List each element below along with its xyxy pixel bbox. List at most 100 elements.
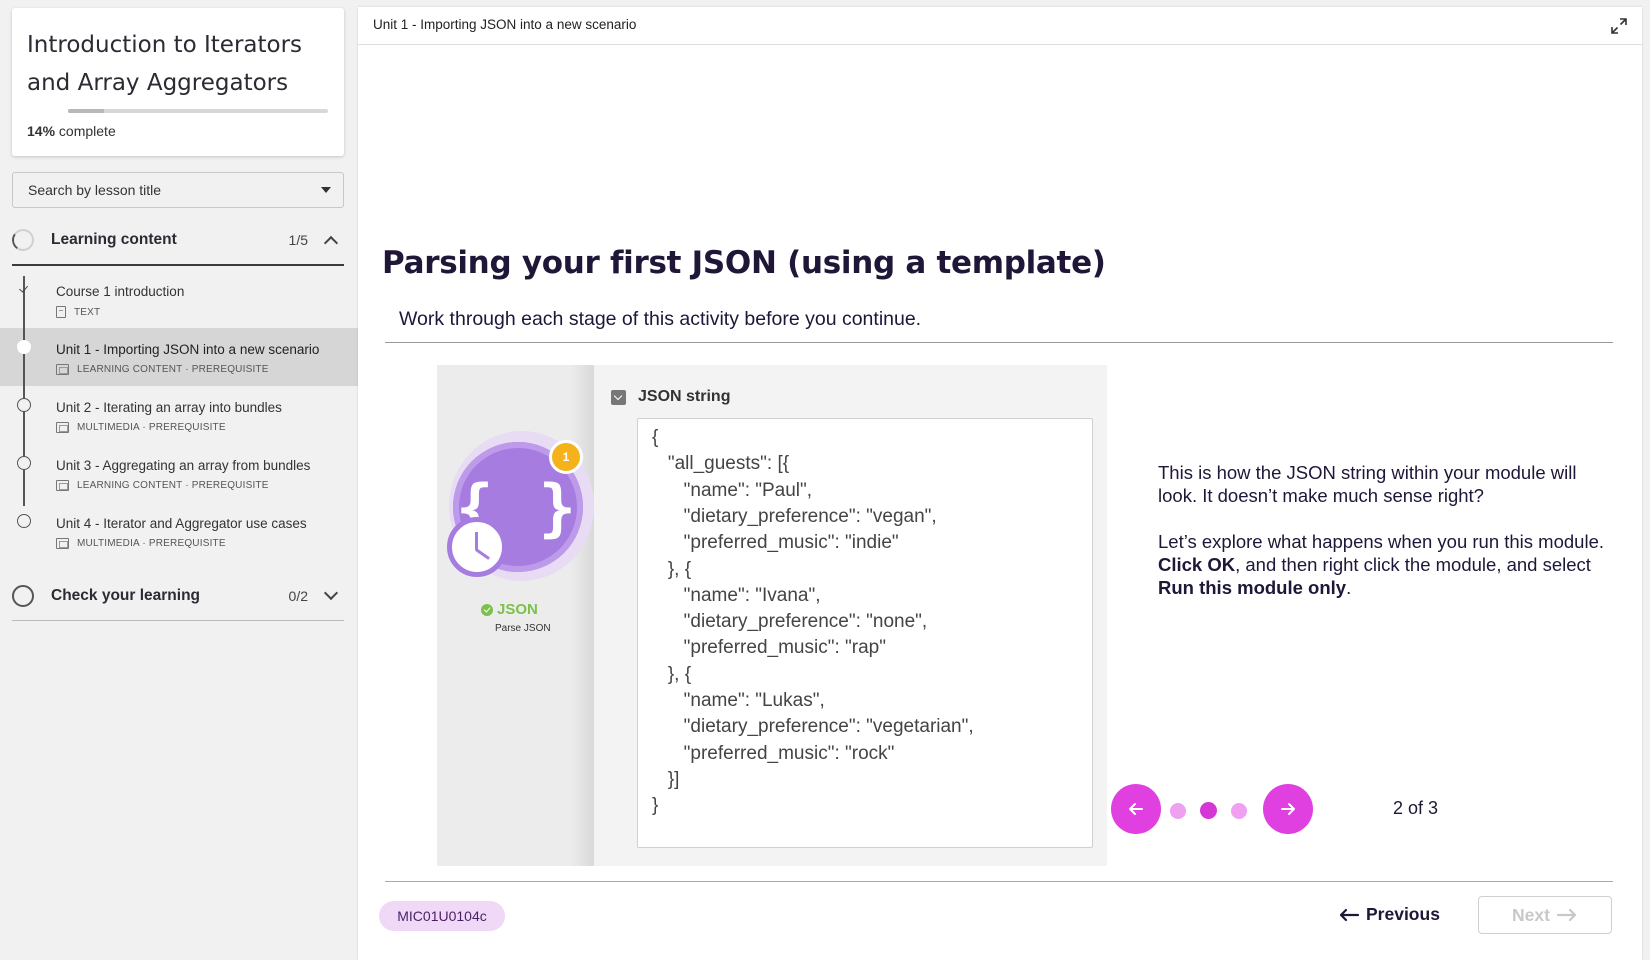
carousel-dot-2[interactable] [1200,802,1217,819]
carousel-previous-button[interactable] [1111,784,1161,834]
chevron-up-icon [323,235,339,251]
course-summary-card: Introduction to Iterators and Array Aggr… [12,8,344,156]
json-field-label-text: JSON string [638,388,731,405]
carousel-pager: 2 of 3 [1393,798,1439,818]
carousel-next-button[interactable] [1263,784,1313,834]
lesson-title: Unit 1 - Importing JSON into a new scena… [56,342,320,357]
section-count: 1/5 [288,232,308,248]
course-progress-fill [68,109,105,113]
previous-label: Previous [1366,904,1440,924]
collapse-icon [611,389,626,405]
lesson-item-unit-3[interactable]: Unit 3 - Aggregating an array from bundl… [0,444,358,502]
json-code-line: }, { [652,558,692,580]
checkmark-icon [17,282,31,296]
module-label: JSON [481,601,538,618]
section-count: 0/2 [288,587,308,604]
json-code-line: "name": "Lukas", [652,690,825,711]
lesson-list: Course 1 introduction TEXT Unit 1 - Impo… [0,270,358,560]
json-code-line: } [652,795,659,817]
json-code-line: }, { [652,663,692,685]
description-emphasis: Click OK [1158,554,1236,575]
lesson-meta: TEXT [56,306,100,318]
lesson-item-unit-4[interactable]: Unit 4 - Iterator and Aggregator use cas… [0,502,358,560]
section-check-your-learning[interactable]: Check your learning 0/2 [12,571,344,621]
next-button[interactable]: Next [1478,896,1612,934]
lesson-meta-text: MULTIMEDIA · PREREQUISITE [77,538,226,549]
lesson-content-panel: Unit 1 - Importing JSON into a new scena… [358,7,1642,960]
lesson-title: Course 1 introduction [56,284,185,299]
carousel-dot-3[interactable] [1231,803,1247,819]
arrow-right-icon [1556,908,1577,922]
arrow-left-icon [1129,803,1143,815]
description-text: , and then right click the module, and s… [1235,554,1591,575]
lesson-item-unit-2[interactable]: Unit 2 - Iterating an array into bundles… [0,386,358,444]
description-text: . [1346,577,1352,598]
lesson-title: Unit 3 - Aggregating an array from bundl… [56,458,311,473]
json-field-label: JSON string [611,388,730,406]
json-code-line: "dietary_preference": "vegetarian", [652,716,974,738]
description-paragraph-1: This is how the JSON string within your … [1158,462,1577,506]
course-progress-text: 14% complete [27,123,116,139]
json-code-line: "preferred_music": "indie" [652,532,899,554]
current-lesson-node-icon [17,340,31,354]
lesson-node-icon [17,514,31,528]
course-sidebar: Introduction to Iterators and Array Aggr… [0,0,358,960]
progress-suffix: complete [58,123,116,139]
course-progress-bar [68,109,328,113]
json-module-illustration: { } 1 JSON Parse JSON JSON string { "all… [437,365,1107,866]
arrow-right-icon [1281,803,1295,815]
section-progress-ring-icon [12,584,34,607]
description-text: Let’s explore what happens when you run … [1158,531,1604,552]
lesson-meta: LEARNING CONTENT · PREREQUISITE [56,480,269,491]
previous-button[interactable]: Previous [1338,904,1440,925]
module-badge: 1 [549,440,583,474]
description-emphasis: Run this module only [1158,577,1347,598]
lesson-title: Unit 2 - Iterating an array into bundles [56,400,282,415]
lesson-meta: MULTIMEDIA · PREREQUISITE [56,538,226,549]
course-title: Introduction to Iterators and Array Aggr… [27,32,303,96]
json-code-line: "name": "Ivana", [652,584,821,606]
lesson-node-icon [17,398,31,412]
json-code-line: "dietary_preference": "vegan", [652,505,937,527]
lesson-meta: LEARNING CONTENT · PREREQUISITE [56,364,269,375]
slide-description: This is how the JSON string within your … [1158,461,1620,622]
lesson-meta-text: LEARNING CONTENT · PREREQUISITE [77,364,269,375]
lesson-title: Unit 4 - Iterator and Aggregator use cas… [56,516,307,531]
lesson-code-badge: MIC01U0104c [379,901,505,931]
media-icon [56,422,69,433]
lesson-meta: MULTIMEDIA · PREREQUISITE [56,422,226,433]
lesson-meta-text: TEXT [74,306,101,318]
lesson-search-placeholder: Search by lesson title [28,182,162,198]
json-code-line: "dietary_preference": "none", [652,611,928,633]
json-code-line: "all_guests": [{ [652,453,790,475]
breadcrumb: Unit 1 - Importing JSON into a new scena… [373,17,637,32]
json-code-line: { [652,427,659,448]
slides-icon [56,364,69,375]
module-label-text: JSON [497,601,538,618]
section-title: Learning content [51,231,177,248]
arrow-left-icon [1339,908,1360,921]
lesson-top-bar: Unit 1 - Importing JSON into a new scena… [358,7,1642,45]
slides-icon [56,480,69,491]
divider [385,342,1613,343]
lesson-search-select[interactable]: Search by lesson title [12,172,344,208]
chevron-down-icon [323,585,339,600]
section-title: Check your learning [51,586,201,604]
progress-percent: 14% [27,123,56,139]
section-learning-content[interactable]: Learning content 1/5 [10,216,344,266]
lesson-item-unit-1[interactable]: Unit 1 - Importing JSON into a new scena… [0,328,358,386]
expand-icon[interactable] [1610,17,1628,35]
description-paragraph-2: Let’s explore what happens when you run … [1158,530,1620,599]
document-icon [56,306,66,318]
status-check-icon [481,603,493,616]
media-icon [56,538,69,549]
clock-icon [447,517,507,577]
carousel-dot-1[interactable] [1170,803,1186,819]
json-code-line: "preferred_music": "rock" [652,742,895,764]
json-code-line: }] [652,768,680,790]
lesson-meta-text: MULTIMEDIA · PREREQUISITE [77,422,226,433]
lesson-item-course-1-introduction[interactable]: Course 1 introduction TEXT [0,270,358,328]
slide-title: Parsing your first JSON (using a templat… [382,245,1106,281]
next-label: Next [1512,904,1550,925]
json-code-line: "preferred_music": "rap" [652,637,886,659]
